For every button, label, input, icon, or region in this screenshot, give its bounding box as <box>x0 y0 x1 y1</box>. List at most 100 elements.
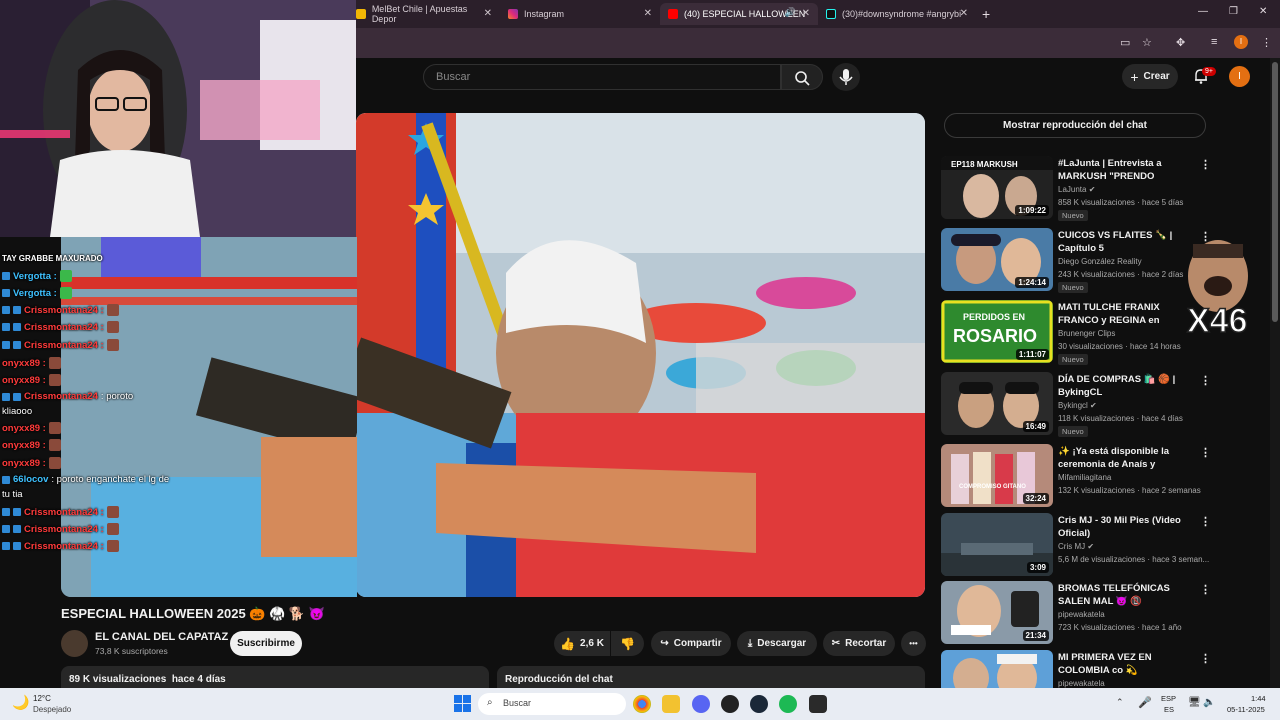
cast-icon[interactable]: ▭ <box>1120 36 1130 49</box>
more-options-icon[interactable]: ⋮ <box>1200 652 1211 665</box>
channel-name[interactable]: LaJunta ✔ <box>1058 185 1095 194</box>
video-thumbnail[interactable] <box>941 650 1053 688</box>
tab-youtube[interactable]: (40) ESPECIAL HALLOWEEN 🔊 ✕ <box>660 3 818 25</box>
obs-icon[interactable] <box>721 695 739 713</box>
like-button[interactable]: 👍 2,6 K <box>554 631 610 656</box>
show-chat-replay-button[interactable]: Mostrar reproducción del chat <box>944 113 1206 138</box>
start-button[interactable] <box>454 695 471 712</box>
clock-time[interactable]: 1:44 <box>1251 694 1266 703</box>
close-icon[interactable]: ✕ <box>802 8 810 19</box>
channel-name[interactable]: Cris MJ ✔ <box>1058 542 1094 551</box>
webcam-overlay <box>0 0 356 237</box>
channel-name[interactable]: Mifamiliagitana <box>1058 473 1111 482</box>
spotify-icon[interactable] <box>779 695 797 713</box>
video-title[interactable]: Cris MJ - 30 Mil Pies (Video Oficial) <box>1058 514 1194 540</box>
video-title[interactable]: #LaJunta | Entrevista a MARKUSH "PRENDO … <box>1058 157 1194 184</box>
clock-date[interactable]: 05-11-2025 <box>1227 705 1265 714</box>
dislike-button[interactable]: 👎 <box>611 631 644 656</box>
video-title[interactable]: ✨ ¡Ya está disponible la ceremonia de An… <box>1058 445 1194 472</box>
weather-description[interactable]: Despejado <box>33 705 71 714</box>
video-title[interactable]: MI PRIMERA VEZ EN COLOMBIA co 💫 <box>1058 651 1194 677</box>
search-input[interactable]: Buscar <box>423 64 781 90</box>
channel-name[interactable]: pipewakatela <box>1058 610 1105 619</box>
minimize-icon[interactable]: — <box>1198 6 1208 17</box>
video-title[interactable]: CUICOS VS FLAITES 🍾 | Capítulo 5 <box>1058 229 1194 255</box>
voice-search-button[interactable] <box>832 63 860 91</box>
share-button[interactable]: ↪ Compartir <box>651 631 731 656</box>
channel-avatar[interactable] <box>61 630 88 657</box>
video-thumbnail[interactable]: 3:09 <box>941 513 1053 576</box>
channel-name[interactable]: Brunenger Clips <box>1058 329 1115 338</box>
weather-moon-icon[interactable]: 🌙 <box>12 694 29 711</box>
chrome-icon[interactable] <box>633 695 651 713</box>
channel-name[interactable]: pipewakatela <box>1058 679 1105 688</box>
create-button[interactable]: + Crear <box>1122 64 1178 89</box>
discord-icon[interactable] <box>692 695 710 713</box>
file-explorer-icon[interactable] <box>662 695 680 713</box>
bookmark-star-icon[interactable]: ☆ <box>1142 36 1152 49</box>
close-icon[interactable]: ✕ <box>484 8 492 19</box>
video-title[interactable]: DÍA DE COMPRAS 🛍️ 🏀 | BykingCL <box>1058 373 1194 399</box>
taskbar-search-input[interactable]: Buscar <box>478 693 626 715</box>
tab-melbet[interactable]: MelBet Chile | Apuestas Depor ✕ <box>348 3 500 25</box>
speaker-icon[interactable]: 🔊 <box>785 7 796 18</box>
recommended-video[interactable]: COMPROMISO GITANO 32:24 ✨ ¡Ya está dispo… <box>941 444 1211 508</box>
recommended-video[interactable]: 21:34 BROMAS TELEFÓNICAS SALEN MAL 😈 📵 p… <box>941 581 1211 645</box>
video-title[interactable]: MATI TULCHE FRANIX FRANCO y REGINA en RO… <box>1058 301 1194 328</box>
recommended-video[interactable]: MI PRIMERA VEZ EN COLOMBIA co 💫 pipewaka… <box>941 650 1211 688</box>
network-icon[interactable]: 🖥 <box>1188 697 1201 708</box>
extensions-icon[interactable]: ✥ <box>1176 36 1185 49</box>
video-thumbnail[interactable]: PERDIDOS EN ROSARIO 1:11:07 <box>941 300 1053 363</box>
more-options-icon[interactable]: ⋮ <box>1200 583 1211 596</box>
chat-username: Crissmontana24 : <box>24 506 104 518</box>
emote-icon <box>106 523 119 535</box>
new-tab-icon[interactable]: + <box>982 6 990 22</box>
keyboard-layout[interactable]: ES <box>1164 705 1174 714</box>
weather-temperature[interactable]: 12°C <box>33 694 51 703</box>
more-options-icon[interactable]: ⋮ <box>1200 158 1211 171</box>
search-button[interactable] <box>781 64 823 90</box>
language-indicator[interactable]: ESP <box>1161 694 1176 703</box>
tab-instagram[interactable]: Instagram ✕ <box>500 3 660 25</box>
account-avatar[interactable]: I <box>1229 66 1250 87</box>
tray-overflow-icon[interactable]: ⌃ <box>1116 697 1124 708</box>
video-thumbnail[interactable]: COMPROMISO GITANO 32:24 <box>941 444 1053 507</box>
microphone-tray-icon[interactable]: 🎤 <box>1138 696 1152 709</box>
subscribe-button[interactable]: Suscribirme <box>230 631 302 656</box>
video-player[interactable] <box>356 113 925 597</box>
more-actions-button[interactable]: ••• <box>901 631 926 656</box>
more-options-icon[interactable]: ⋮ <box>1200 374 1211 387</box>
video-thumbnail[interactable]: EP118 MARKUSH 1:09:22 <box>941 156 1053 219</box>
more-options-icon[interactable]: ⋮ <box>1200 446 1211 459</box>
video-title[interactable]: BROMAS TELEFÓNICAS SALEN MAL 😈 📵 <box>1058 582 1194 608</box>
video-thumbnail[interactable]: 16:49 <box>941 372 1053 435</box>
restore-icon[interactable]: ❐ <box>1229 6 1238 17</box>
channel-name[interactable]: Diego González Reality <box>1058 257 1142 266</box>
steam-icon[interactable] <box>750 695 768 713</box>
chat-message: onyxx89 : <box>2 457 61 469</box>
channel-name[interactable]: Bykingcl ✔ <box>1058 401 1097 410</box>
browser-profile-avatar[interactable]: I <box>1234 35 1248 49</box>
close-icon[interactable]: ✕ <box>960 8 968 19</box>
scrollbar-thumb[interactable] <box>1272 62 1278 322</box>
epic-games-icon[interactable] <box>809 695 827 713</box>
sub-badge-icon <box>2 272 10 280</box>
more-options-icon[interactable]: ⋮ <box>1200 515 1211 528</box>
sub-badge-icon <box>13 525 21 533</box>
close-icon[interactable]: ✕ <box>644 8 652 19</box>
volume-icon[interactable]: 🔈 <box>1203 697 1215 708</box>
clip-button[interactable]: ✂ Recortar <box>823 631 895 656</box>
window-close-icon[interactable]: ✕ <box>1259 6 1267 17</box>
video-thumbnail[interactable]: 21:34 <box>941 581 1053 644</box>
browser-menu-icon[interactable]: ⋮ <box>1261 36 1272 49</box>
recommended-video[interactable]: 16:49 DÍA DE COMPRAS 🛍️ 🏀 | BykingCL Byk… <box>941 372 1211 437</box>
recommended-video[interactable]: EP118 MARKUSH 1:09:22 #LaJunta | Entrevi… <box>941 156 1211 221</box>
channel-name[interactable]: EL CANAL DEL CAPATAZ <box>95 631 228 643</box>
recommended-video[interactable]: 3:09 Cris MJ - 30 Mil Pies (Video Oficia… <box>941 513 1211 577</box>
download-button[interactable]: ⤓ Descargar <box>737 631 817 656</box>
recommended-video[interactable]: 1:24:14 CUICOS VS FLAITES 🍾 | Capítulo 5… <box>941 228 1211 293</box>
video-thumbnail[interactable]: 1:24:14 <box>941 228 1053 291</box>
media-controls-icon[interactable]: ≡ <box>1211 36 1217 48</box>
tab-tiktok[interactable]: (30)#downsyndrome #angrybi ✕ <box>818 3 976 25</box>
recommended-video[interactable]: PERDIDOS EN ROSARIO 1:11:07 MATI TULCHE F… <box>941 300 1211 365</box>
